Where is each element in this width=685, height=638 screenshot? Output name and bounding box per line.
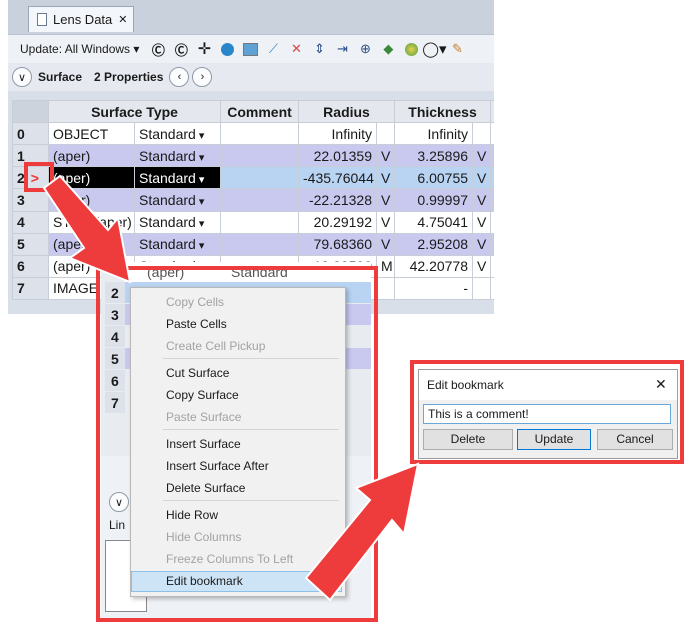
annotation-arrows [42,174,420,602]
annotation-arrow-1 [42,174,132,284]
annotation-arrow-2 [304,462,420,602]
